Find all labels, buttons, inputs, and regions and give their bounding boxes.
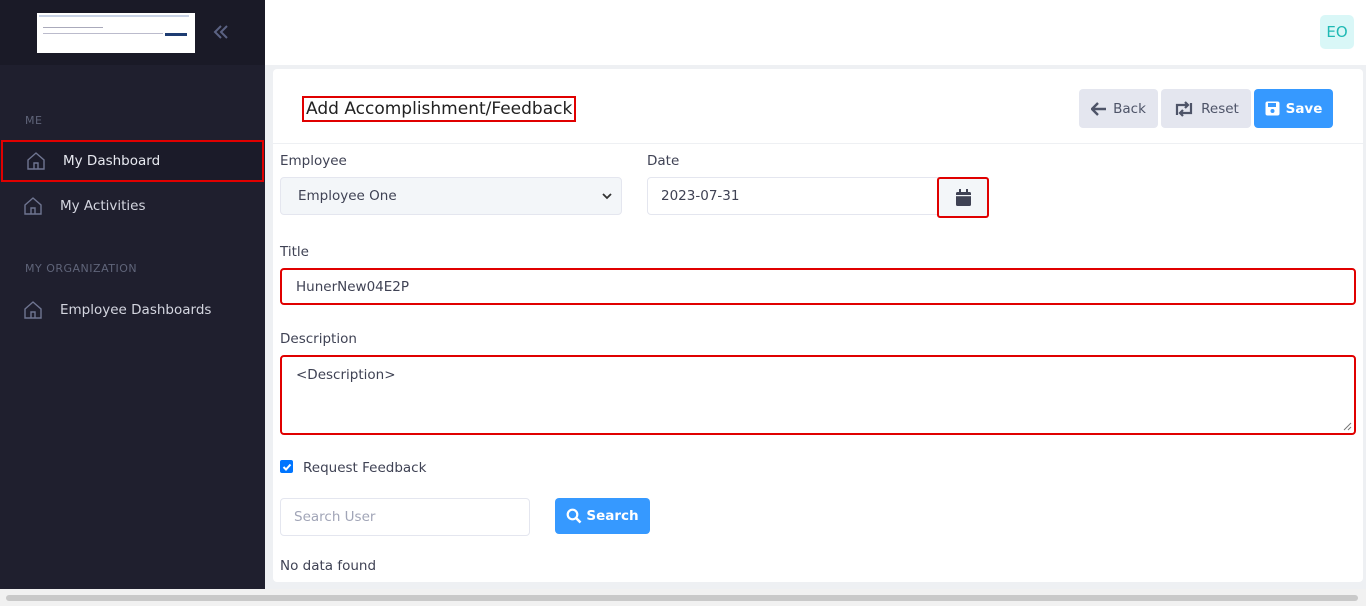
back-label: Back <box>1113 100 1146 117</box>
double-chevron-left-icon[interactable] <box>210 22 232 44</box>
employee-label: Employee <box>280 153 347 169</box>
scrollbar-thumb[interactable] <box>6 595 1358 601</box>
search-placeholder: Search User <box>294 509 376 525</box>
save-label: Save <box>1285 100 1323 117</box>
home-icon <box>24 197 42 215</box>
sidebar-item-my-activities[interactable]: My Activities <box>0 185 265 227</box>
page-title: Add Accomplishment/Feedback <box>302 96 577 122</box>
card-header: Add Accomplishment/Feedback Back Reset S… <box>273 69 1363 144</box>
save-button[interactable]: Save <box>1254 89 1333 128</box>
employee-select[interactable]: Employee One <box>280 177 622 215</box>
search-button-label: Search <box>586 508 639 524</box>
search-user-input[interactable]: Search User <box>280 498 530 536</box>
section-label-me: ME <box>25 114 43 127</box>
section-label-my-organization: MY ORGANIZATION <box>25 262 138 275</box>
horizontal-scrollbar[interactable] <box>0 589 1366 606</box>
resize-grip-icon[interactable] <box>1343 422 1352 431</box>
arrow-left-icon <box>1091 101 1107 116</box>
back-button[interactable]: Back <box>1079 89 1158 128</box>
sidebar-item-label: My Dashboard <box>63 153 161 169</box>
sidebar-item-employee-dashboards[interactable]: Employee Dashboards <box>0 289 265 331</box>
sidebar-item-my-dashboard[interactable]: My Dashboard <box>1 140 264 182</box>
home-icon <box>24 301 42 319</box>
chevron-down-icon <box>602 193 612 200</box>
reset-label: Reset <box>1201 100 1239 117</box>
description-label: Description <box>280 331 357 347</box>
empty-state-message: No data found <box>280 558 377 574</box>
date-label: Date <box>647 153 680 169</box>
topbar: EO <box>265 0 1366 65</box>
employee-select-value: Employee One <box>298 188 397 204</box>
search-icon <box>566 508 582 524</box>
sidebar: ME My Dashboard My Activities MY ORGANIZ… <box>0 0 265 589</box>
avatar[interactable]: EO <box>1320 15 1354 49</box>
title-value: HunerNew04E2P <box>296 278 410 295</box>
calendar-button[interactable] <box>937 177 989 218</box>
form-card: Add Accomplishment/Feedback Back Reset S… <box>273 69 1363 582</box>
retweet-icon <box>1176 100 1193 117</box>
logo <box>25 13 195 53</box>
description-textarea[interactable]: <Description> <box>280 355 1356 435</box>
reset-button[interactable]: Reset <box>1161 89 1251 128</box>
request-feedback-checkbox[interactable] <box>280 460 293 473</box>
sidebar-item-label: Employee Dashboards <box>60 302 212 318</box>
sidebar-header <box>0 0 265 65</box>
check-icon <box>282 463 291 471</box>
request-feedback-label[interactable]: Request Feedback <box>303 460 426 476</box>
title-input[interactable]: HunerNew04E2P <box>280 268 1356 305</box>
home-icon <box>27 152 45 170</box>
date-value: 2023-07-31 <box>661 188 740 204</box>
description-value: <Description> <box>296 367 396 383</box>
title-label: Title <box>280 244 309 260</box>
search-button[interactable]: Search <box>555 498 650 534</box>
calendar-icon <box>955 189 971 206</box>
sidebar-item-label: My Activities <box>60 198 146 214</box>
floppy-disk-icon <box>1265 101 1280 116</box>
date-input[interactable]: 2023-07-31 <box>647 177 939 215</box>
